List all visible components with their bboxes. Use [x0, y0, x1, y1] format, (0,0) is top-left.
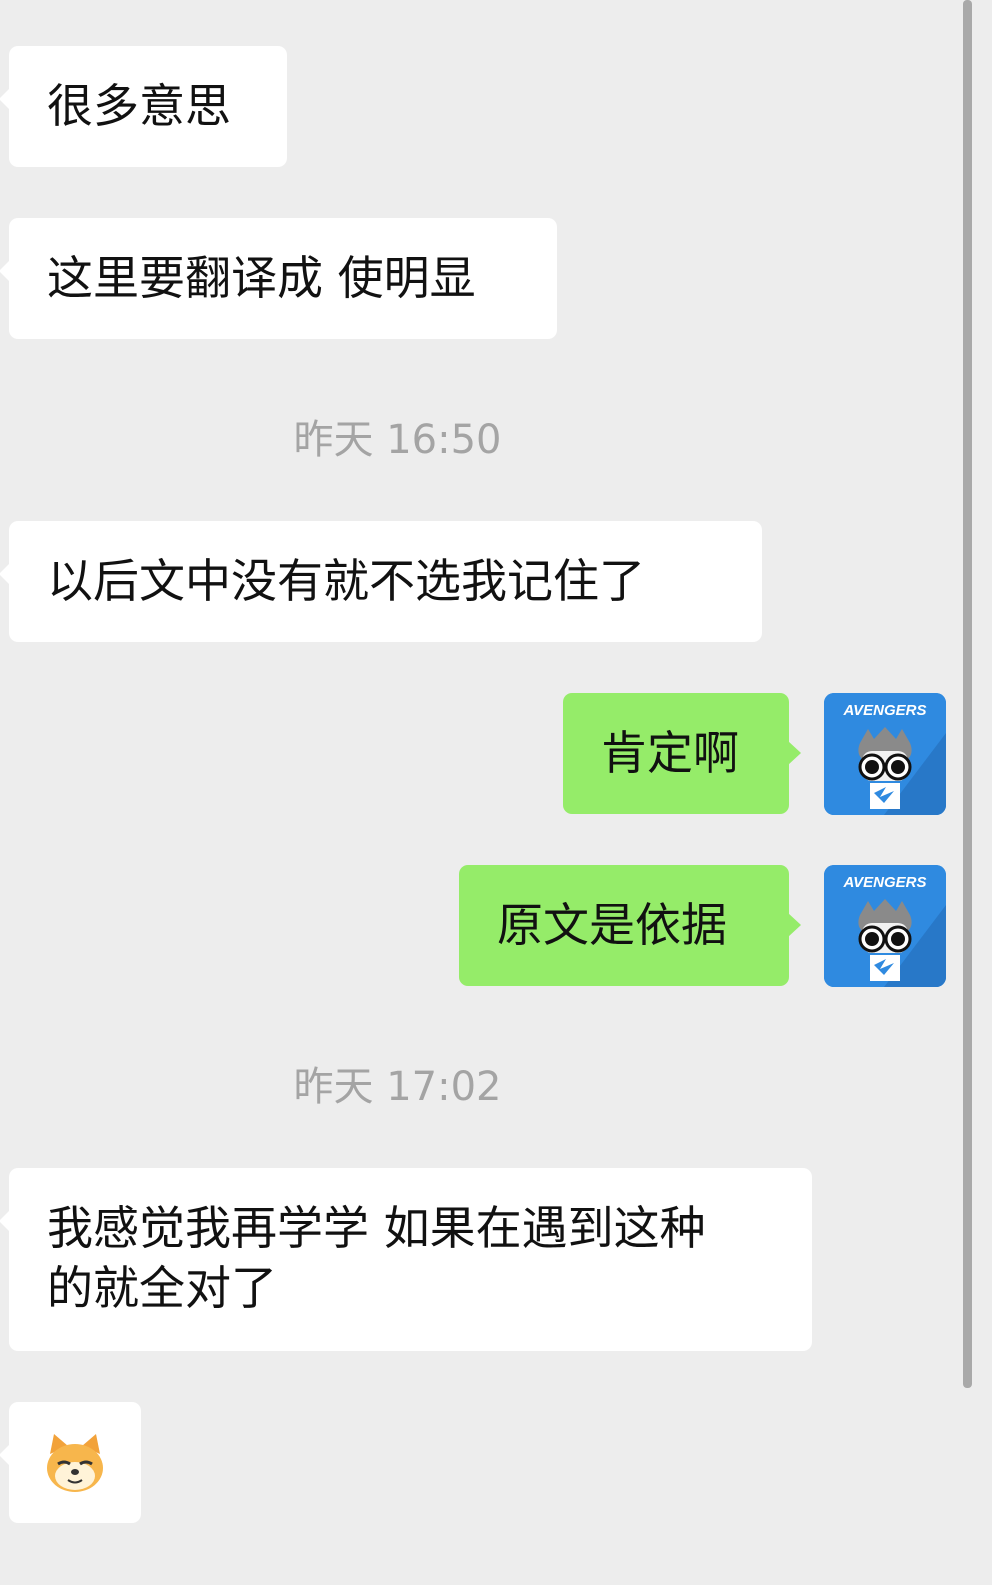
message-bubble-received[interactable]: 我感觉我再学学 如果在遇到这种 的就全对了: [0, 1168, 812, 1351]
avengers-avatar[interactable]: AVENGERS: [824, 693, 946, 815]
message-bubble-received[interactable]: 以后文中没有就不选我记住了: [0, 521, 762, 642]
message-text: 很多意思: [47, 79, 231, 133]
doge-emoji-icon: [47, 1434, 103, 1492]
message-text-line: 的就全对了: [47, 1261, 277, 1315]
svg-text:AVENGERS: AVENGERS: [842, 874, 926, 891]
message-bubble-received[interactable]: 这里要翻译成 使明显: [0, 218, 557, 339]
message-text-line: 我感觉我再学学 如果在遇到这种: [47, 1201, 706, 1255]
message-bubble-received[interactable]: 很多意思: [0, 46, 287, 167]
chat-window: 很多意思 这里要翻译成 使明显 昨天 16:50 以后文中没有就不选我记住了 肯…: [0, 0, 992, 1585]
svg-text:AVENGERS: AVENGERS: [842, 702, 926, 719]
message-text: 这里要翻译成 使明显: [47, 251, 476, 305]
message-text: 以后文中没有就不选我记住了: [47, 554, 645, 608]
message-bubble-sent[interactable]: 肯定啊: [563, 693, 801, 814]
message-bubble-received[interactable]: [0, 1402, 141, 1523]
message-bubble-sent[interactable]: 原文是依据: [459, 865, 801, 986]
message-text: 肯定啊: [601, 726, 739, 780]
message-text: 原文是依据: [497, 898, 727, 952]
timestamp: 昨天 16:50: [293, 417, 502, 463]
scrollbar[interactable]: [963, 0, 972, 1388]
timestamp: 昨天 17:02: [293, 1064, 502, 1110]
avengers-avatar[interactable]: AVENGERS: [824, 865, 946, 987]
